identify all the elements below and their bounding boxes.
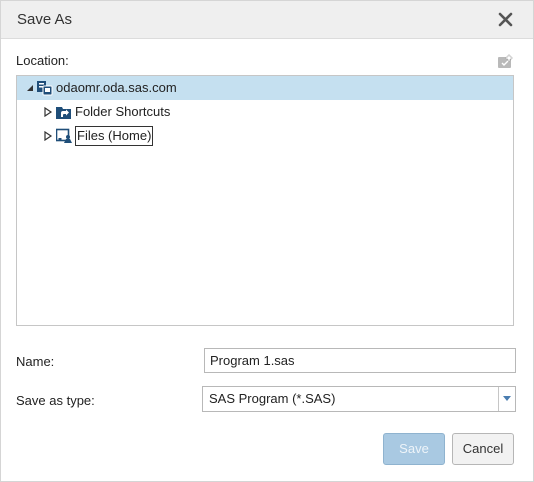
close-icon (498, 12, 513, 27)
chevron-down-icon (503, 396, 511, 401)
name-input[interactable] (204, 348, 516, 373)
tree-item-files-home[interactable]: Files (Home) (17, 124, 513, 148)
name-label: Name: (16, 354, 55, 369)
new-folder-icon (498, 54, 513, 68)
folder-shortcut-icon (56, 107, 71, 119)
save-type-label: Save as type: (16, 393, 95, 408)
save-button[interactable]: Save (383, 433, 445, 465)
collapsed-triangle-icon[interactable] (43, 131, 53, 141)
close-button[interactable] (495, 9, 517, 31)
tree-item-label: odaomr.oda.sas.com (56, 80, 177, 95)
server-icon (37, 81, 53, 96)
home-files-icon (56, 128, 72, 143)
location-tree[interactable]: odaomr.oda.sas.com Folder Shortcuts File… (16, 75, 514, 326)
save-type-value: SAS Program (*.SAS) (209, 391, 336, 406)
new-folder-button[interactable] (497, 54, 513, 70)
save-as-dialog: Save As Location: odaomr.oda.sas.com Fol… (0, 0, 534, 482)
cancel-button[interactable]: Cancel (452, 433, 514, 465)
tree-item-folder-shortcuts[interactable]: Folder Shortcuts (17, 100, 513, 124)
dialog-titlebar: Save As (1, 1, 533, 39)
dialog-title: Save As (17, 11, 73, 28)
tree-item-server[interactable]: odaomr.oda.sas.com (17, 76, 513, 100)
save-type-dropdown-button[interactable] (498, 387, 515, 411)
tree-item-label: Files (Home) (75, 126, 154, 146)
expanded-triangle-icon[interactable] (25, 83, 35, 93)
collapsed-triangle-icon[interactable] (43, 107, 53, 117)
location-label: Location: (16, 53, 69, 68)
tree-item-label: Folder Shortcuts (75, 104, 171, 119)
save-type-select[interactable]: SAS Program (*.SAS) (202, 386, 516, 412)
